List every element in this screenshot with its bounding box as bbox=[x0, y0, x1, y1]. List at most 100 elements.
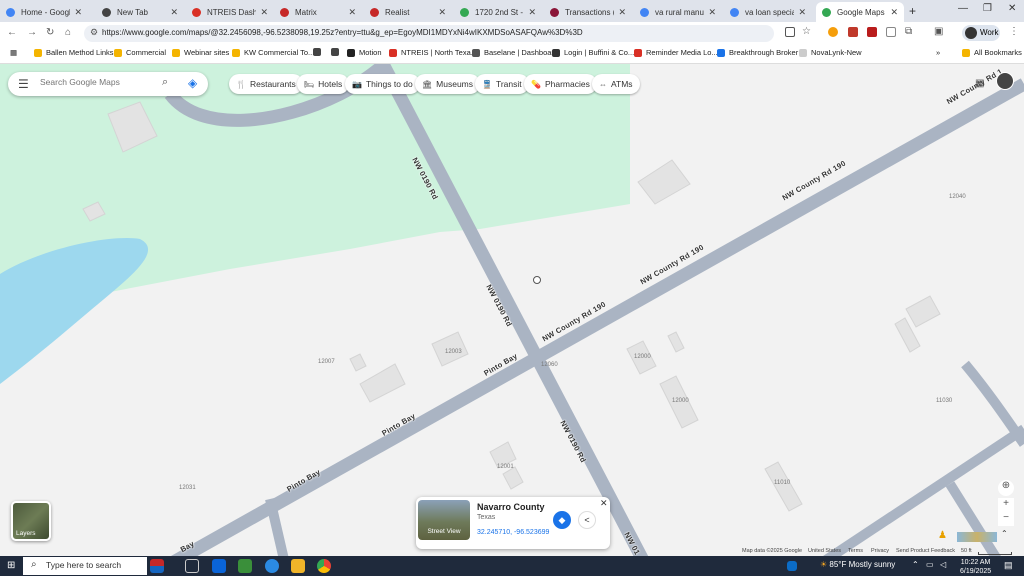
taskbar-search[interactable]: ⌕ Type here to search bbox=[23, 557, 147, 575]
tab-6[interactable]: Transactions (zipF ✕ bbox=[544, 2, 632, 22]
place-coordinates[interactable]: 32.245710, -96.523699 bbox=[477, 529, 549, 536]
scale-label[interactable]: 50 ft bbox=[961, 548, 972, 554]
zoom-out-button[interactable]: − bbox=[998, 512, 1014, 526]
volume-icon[interactable]: ◁ bbox=[940, 560, 946, 569]
forward-icon[interactable]: → bbox=[27, 27, 37, 38]
install-app-icon[interactable] bbox=[785, 27, 795, 37]
taskbar-app-icon[interactable] bbox=[150, 559, 164, 573]
tab-close-icon[interactable]: ✕ bbox=[528, 7, 536, 18]
home-icon[interactable]: ⌂ bbox=[65, 27, 71, 38]
directions-button[interactable]: ◆ bbox=[553, 511, 571, 529]
tab-7[interactable]: va rural manufact ✕ bbox=[634, 2, 722, 22]
more-bookmarks-icon[interactable]: » bbox=[936, 48, 940, 57]
feedback-link[interactable]: Send Product Feedback bbox=[896, 548, 955, 554]
bookmark-star-icon[interactable]: ☆ bbox=[802, 26, 811, 37]
bookmark-item[interactable]: KW Commercial To... bbox=[232, 48, 314, 57]
more-menu-icon[interactable]: ⋮ bbox=[1009, 26, 1019, 37]
profile-button[interactable]: Work bbox=[962, 25, 1000, 41]
windows-start-icon[interactable]: ⊞ bbox=[7, 560, 17, 571]
extension-icon[interactable] bbox=[867, 27, 877, 37]
chrome-icon[interactable] bbox=[317, 559, 331, 573]
search-icon[interactable]: ⌕ bbox=[162, 76, 168, 89]
close-card-icon[interactable]: ✕ bbox=[600, 498, 608, 509]
bookmark-item[interactable] bbox=[313, 48, 325, 56]
bookmark-item[interactable]: Ballen Method Links bbox=[34, 48, 114, 57]
tab-1[interactable]: New Tab ✕ bbox=[96, 2, 184, 22]
terms-link[interactable]: Terms bbox=[848, 548, 863, 554]
screen-cast-icon[interactable]: ▣ bbox=[934, 26, 943, 37]
tab-8[interactable]: va loan specialist✕ bbox=[724, 2, 812, 22]
category-chip[interactable]: 💊 Pharmacies bbox=[524, 74, 597, 94]
tab-close-icon[interactable]: ✕ bbox=[438, 7, 446, 18]
tab-close-icon[interactable]: ✕ bbox=[618, 7, 626, 18]
tab-0[interactable]: Home - Google D ✕ bbox=[0, 2, 88, 22]
tab-close-icon[interactable]: ✕ bbox=[74, 7, 82, 18]
clock[interactable]: 10:22 AM 6/19/2025 bbox=[960, 558, 991, 576]
category-chip[interactable]: 🏛 Museums bbox=[415, 74, 480, 94]
tab-close-icon[interactable]: ✕ bbox=[708, 7, 716, 18]
map-canvas[interactable]: NW 0190 Rd NW 0190 Rd NW 0190 Rd NW 01 N… bbox=[0, 64, 1024, 556]
bookmark-item[interactable]: Reminder Media Lo... bbox=[634, 48, 718, 57]
search-input[interactable] bbox=[40, 77, 155, 87]
bookmark-item[interactable]: NTREIS | North Texa... bbox=[389, 48, 477, 57]
bookmark-item[interactable]: Commercial bbox=[114, 48, 166, 57]
place-card[interactable]: Street View Navarro County Texas 32.2457… bbox=[416, 497, 610, 549]
imagery-thumbnails[interactable] bbox=[957, 532, 997, 542]
zoom-in-button[interactable]: + bbox=[998, 498, 1014, 512]
reload-icon[interactable]: ↻ bbox=[46, 27, 54, 38]
expand-icon[interactable]: ⌃ bbox=[1001, 529, 1008, 538]
extension-icon[interactable] bbox=[848, 27, 858, 37]
category-chip[interactable]: 🚆 Transit bbox=[475, 74, 529, 94]
all-bookmarks[interactable]: All Bookmarks bbox=[962, 48, 1022, 57]
bookmark-item[interactable] bbox=[331, 48, 343, 56]
account-avatar[interactable] bbox=[996, 72, 1014, 90]
network-icon[interactable]: ▭ bbox=[926, 560, 934, 569]
privacy-link[interactable]: Privacy bbox=[871, 548, 889, 554]
category-chip[interactable]: 🛏 Hotels bbox=[297, 74, 350, 94]
category-chip[interactable]: 📷 Things to do bbox=[345, 74, 420, 94]
tray-chevron-icon[interactable]: ⌃ bbox=[912, 560, 919, 569]
apps-grid-icon[interactable]: ▦ bbox=[975, 78, 984, 89]
tab-close-icon[interactable]: ✕ bbox=[170, 7, 178, 18]
bookmark-item[interactable]: Login | Buffini & Co... bbox=[552, 48, 634, 57]
share-button[interactable]: < bbox=[578, 511, 596, 529]
restore-icon[interactable]: ❐ bbox=[983, 3, 992, 14]
close-window-icon[interactable]: ✕ bbox=[1008, 3, 1016, 14]
tab-close-icon[interactable]: ✕ bbox=[348, 7, 356, 18]
tray-icon[interactable] bbox=[787, 561, 797, 571]
bookmark-item[interactable]: Motion bbox=[347, 48, 382, 57]
tab-9[interactable]: Google Maps ✕ bbox=[816, 2, 904, 22]
tab-close-icon[interactable]: ✕ bbox=[890, 7, 898, 18]
tab-3[interactable]: Matrix ✕ bbox=[274, 2, 362, 22]
tab-close-icon[interactable]: ✕ bbox=[260, 7, 268, 18]
street-view-label[interactable]: Street View bbox=[418, 528, 470, 535]
bookmark-item[interactable]: Breakthrough Broker bbox=[717, 48, 798, 57]
back-icon[interactable]: ← bbox=[7, 27, 17, 38]
category-chip[interactable]: 🍴 Restaurants bbox=[229, 74, 303, 94]
directions-icon[interactable]: ◈ bbox=[188, 76, 202, 90]
tab-2[interactable]: NTREIS Dashboard✕ bbox=[186, 2, 274, 22]
my-location-icon[interactable]: ⊕ bbox=[998, 480, 1014, 496]
url-field[interactable]: ⚙ https://www.google.com/maps/@32.245609… bbox=[84, 25, 774, 42]
new-tab-icon[interactable]: + bbox=[909, 4, 916, 18]
edge-icon[interactable] bbox=[265, 559, 279, 573]
pegman-icon[interactable]: ♟ bbox=[938, 530, 947, 541]
tab-4[interactable]: Realist ✕ bbox=[364, 2, 452, 22]
bookmark-item[interactable]: Baselane | Dashboard bbox=[472, 48, 558, 57]
mail-extension-icon[interactable] bbox=[886, 27, 896, 37]
outlook-icon[interactable] bbox=[212, 559, 226, 573]
task-view-icon[interactable] bbox=[185, 559, 199, 573]
weather-widget[interactable]: ☀ 85°F Mostly sunny bbox=[820, 560, 895, 569]
extension-icon[interactable] bbox=[828, 27, 838, 37]
bookmark-item[interactable]: Webinar sites bbox=[172, 48, 229, 57]
extensions-puzzle-icon[interactable]: ⧉ bbox=[905, 26, 912, 37]
bookmark-item[interactable]: NovaLynk-New bbox=[799, 48, 862, 57]
taskbar-app-icon[interactable] bbox=[238, 559, 252, 573]
country-link[interactable]: United States bbox=[808, 548, 841, 554]
site-info-icon[interactable]: ⚙ bbox=[90, 27, 98, 38]
layers-button[interactable]: Layers bbox=[11, 501, 51, 541]
category-chip[interactable]: ⇔ ATMs bbox=[592, 74, 640, 94]
location-marker-icon[interactable] bbox=[533, 276, 541, 284]
file-explorer-icon[interactable] bbox=[291, 559, 305, 573]
tab-close-icon[interactable]: ✕ bbox=[798, 7, 806, 18]
